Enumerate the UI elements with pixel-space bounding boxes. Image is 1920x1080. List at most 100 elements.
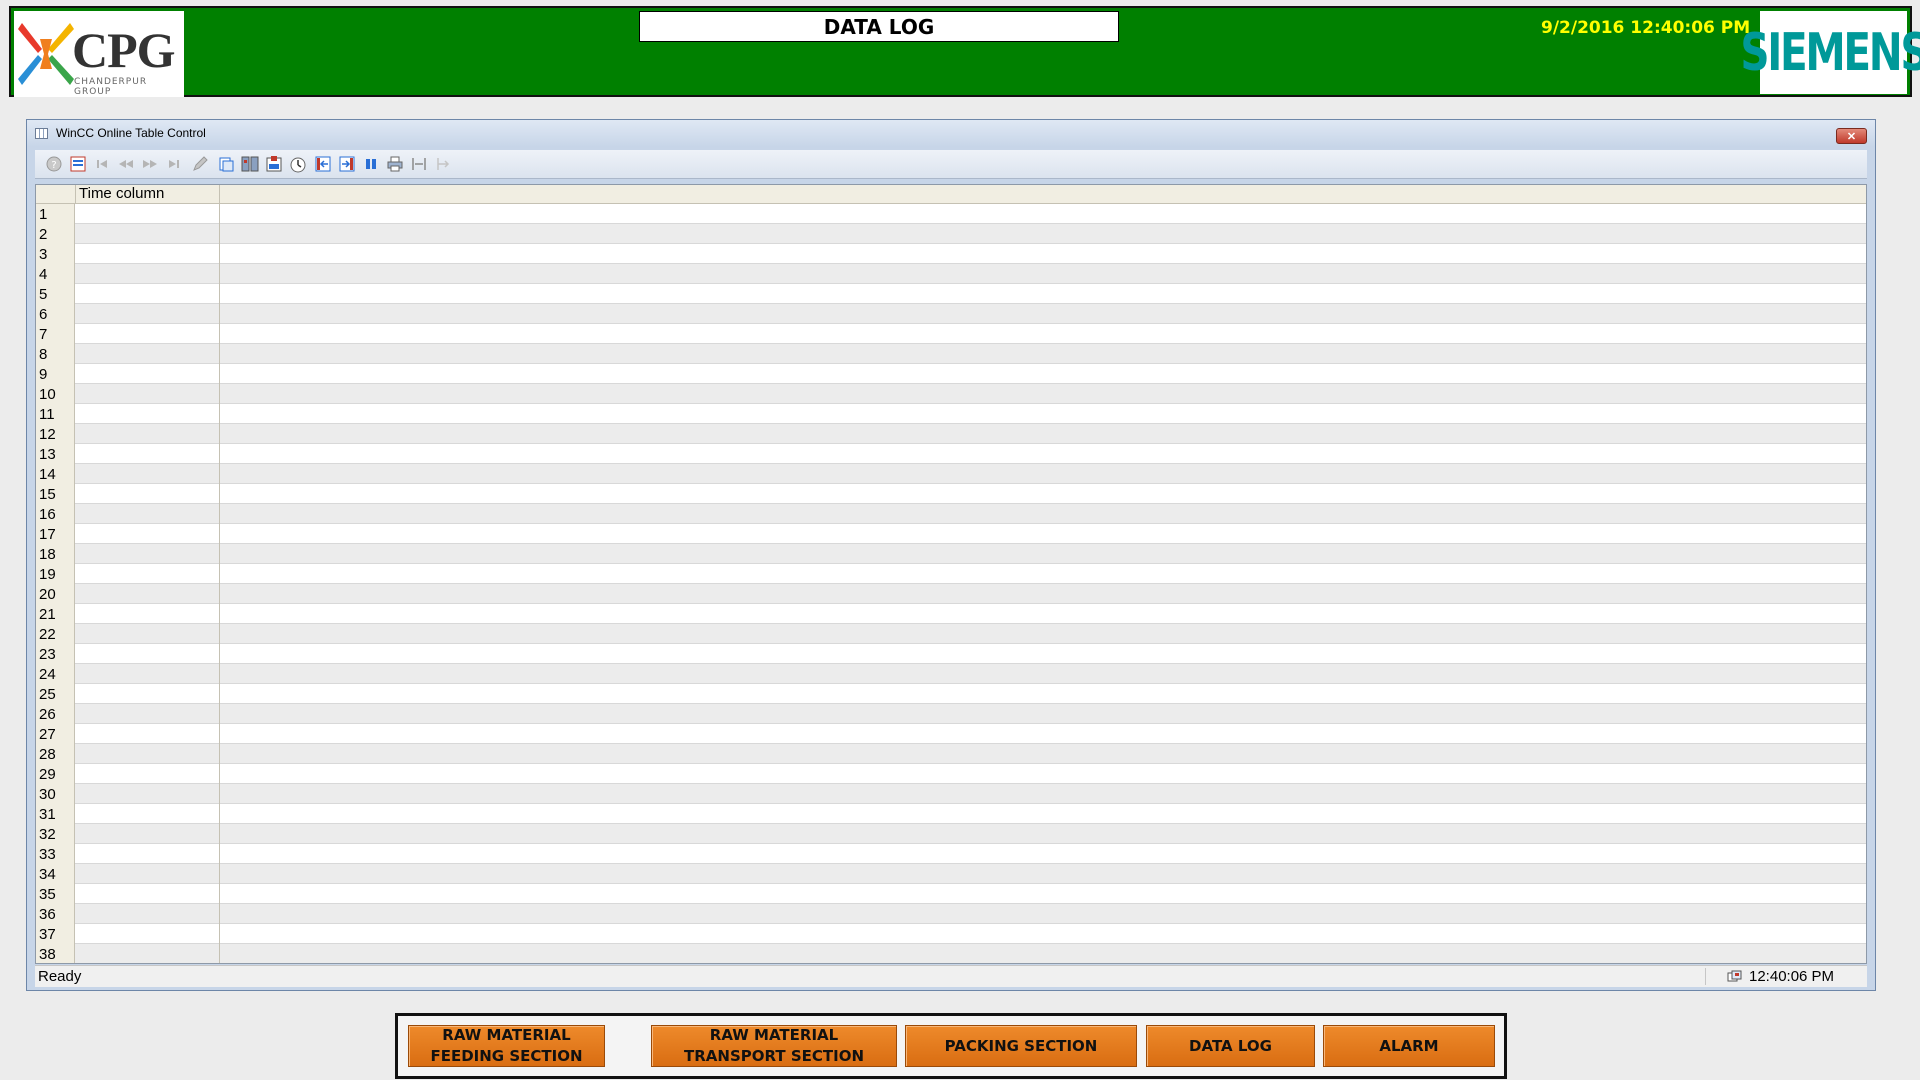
table-row[interactable]: 36 bbox=[36, 904, 1866, 924]
table-row[interactable]: 12 bbox=[36, 424, 1866, 444]
time-cell[interactable] bbox=[75, 904, 220, 924]
table-row[interactable]: 11 bbox=[36, 404, 1866, 424]
time-cell[interactable] bbox=[75, 824, 220, 844]
table-row[interactable]: 23 bbox=[36, 644, 1866, 664]
time-cell[interactable] bbox=[75, 604, 220, 624]
table-row[interactable]: 17 bbox=[36, 524, 1866, 544]
next-record-icon[interactable] bbox=[141, 155, 159, 173]
time-cell[interactable] bbox=[75, 264, 220, 284]
time-cell[interactable] bbox=[75, 224, 220, 244]
time-cell[interactable] bbox=[75, 784, 220, 804]
table-row[interactable]: 38 bbox=[36, 944, 1866, 963]
table-row[interactable]: 34 bbox=[36, 864, 1866, 884]
time-cell[interactable] bbox=[75, 864, 220, 884]
time-cell[interactable] bbox=[75, 924, 220, 944]
table-row[interactable]: 5 bbox=[36, 284, 1866, 304]
table-row[interactable]: 6 bbox=[36, 304, 1866, 324]
time-cell[interactable] bbox=[75, 384, 220, 404]
table-row[interactable]: 16 bbox=[36, 504, 1866, 524]
time-cell[interactable] bbox=[75, 344, 220, 364]
select-columns-icon[interactable] bbox=[241, 155, 259, 173]
time-cell[interactable] bbox=[75, 624, 220, 644]
table-row[interactable]: 29 bbox=[36, 764, 1866, 784]
table-row[interactable]: 20 bbox=[36, 584, 1866, 604]
table-row[interactable]: 15 bbox=[36, 484, 1866, 504]
time-cell[interactable] bbox=[75, 764, 220, 784]
time-range-icon[interactable] bbox=[289, 155, 307, 173]
table-row[interactable]: 25 bbox=[36, 684, 1866, 704]
next-column-icon[interactable] bbox=[338, 155, 356, 173]
table-row[interactable]: 27 bbox=[36, 724, 1866, 744]
table-row[interactable]: 22 bbox=[36, 624, 1866, 644]
table-row[interactable]: 14 bbox=[36, 464, 1866, 484]
table-row[interactable]: 28 bbox=[36, 744, 1866, 764]
table-row[interactable]: 19 bbox=[36, 564, 1866, 584]
time-cell[interactable] bbox=[75, 684, 220, 704]
table-row[interactable]: 31 bbox=[36, 804, 1866, 824]
nav-raw-material-feeding-button[interactable]: RAW MATERIAL FEEDING SECTION bbox=[408, 1025, 605, 1067]
table-row[interactable]: 1 bbox=[36, 204, 1866, 224]
time-cell[interactable] bbox=[75, 884, 220, 904]
table-row[interactable]: 30 bbox=[36, 784, 1866, 804]
table-row[interactable]: 13 bbox=[36, 444, 1866, 464]
nav-alarm-button[interactable]: ALARM bbox=[1323, 1025, 1495, 1067]
time-cell[interactable] bbox=[75, 564, 220, 584]
time-cell[interactable] bbox=[75, 544, 220, 564]
time-cell[interactable] bbox=[75, 844, 220, 864]
time-cell[interactable] bbox=[75, 404, 220, 424]
table-row[interactable]: 4 bbox=[36, 264, 1866, 284]
export-icon[interactable] bbox=[410, 155, 428, 173]
configuration-dialog-icon[interactable] bbox=[69, 155, 87, 173]
close-button[interactable]: ✕ bbox=[1836, 128, 1867, 144]
table-row[interactable]: 3 bbox=[36, 244, 1866, 264]
table-row[interactable]: 35 bbox=[36, 884, 1866, 904]
previous-column-icon[interactable] bbox=[314, 155, 332, 173]
time-cell[interactable] bbox=[75, 944, 220, 963]
print-icon[interactable] bbox=[386, 155, 404, 173]
first-record-icon[interactable] bbox=[93, 155, 111, 173]
table-row[interactable]: 2 bbox=[36, 224, 1866, 244]
time-cell[interactable] bbox=[75, 704, 220, 724]
time-cell[interactable] bbox=[75, 304, 220, 324]
table-row[interactable]: 21 bbox=[36, 604, 1866, 624]
time-cell[interactable] bbox=[75, 244, 220, 264]
table-row[interactable]: 33 bbox=[36, 844, 1866, 864]
nav-packing-section-button[interactable]: PACKING SECTION bbox=[905, 1025, 1137, 1067]
time-cell[interactable] bbox=[75, 324, 220, 344]
time-cell[interactable] bbox=[75, 204, 220, 224]
help-icon[interactable]: ? bbox=[45, 155, 63, 173]
time-cell[interactable] bbox=[75, 424, 220, 444]
time-cell[interactable] bbox=[75, 664, 220, 684]
ruler-icon[interactable] bbox=[434, 155, 452, 173]
time-cell[interactable] bbox=[75, 744, 220, 764]
table-row[interactable]: 18 bbox=[36, 544, 1866, 564]
select-data-connection-icon[interactable] bbox=[217, 155, 235, 173]
nav-raw-material-transport-button[interactable]: RAW MATERIAL TRANSPORT SECTION bbox=[651, 1025, 897, 1067]
time-cell[interactable] bbox=[75, 444, 220, 464]
select-archive-icon[interactable] bbox=[265, 155, 283, 173]
time-cell[interactable] bbox=[75, 484, 220, 504]
column-header-time[interactable]: Time column bbox=[75, 185, 220, 203]
table-row[interactable]: 7 bbox=[36, 324, 1866, 344]
table-row[interactable]: 26 bbox=[36, 704, 1866, 724]
time-cell[interactable] bbox=[75, 364, 220, 384]
table-row[interactable]: 9 bbox=[36, 364, 1866, 384]
edit-icon[interactable] bbox=[191, 155, 209, 173]
time-cell[interactable] bbox=[75, 284, 220, 304]
nav-data-log-button[interactable]: DATA LOG bbox=[1146, 1025, 1315, 1067]
time-cell[interactable] bbox=[75, 644, 220, 664]
last-record-icon[interactable] bbox=[165, 155, 183, 173]
table-row[interactable]: 37 bbox=[36, 924, 1866, 944]
time-cell[interactable] bbox=[75, 724, 220, 744]
time-cell[interactable] bbox=[75, 464, 220, 484]
time-cell[interactable] bbox=[75, 584, 220, 604]
table-row[interactable]: 24 bbox=[36, 664, 1866, 684]
time-cell[interactable] bbox=[75, 804, 220, 824]
time-cell[interactable] bbox=[75, 524, 220, 544]
table-row[interactable]: 10 bbox=[36, 384, 1866, 404]
time-cell[interactable] bbox=[75, 504, 220, 524]
previous-record-icon[interactable] bbox=[117, 155, 135, 173]
table-row[interactable]: 32 bbox=[36, 824, 1866, 844]
stop-icon[interactable] bbox=[362, 155, 380, 173]
table-row[interactable]: 8 bbox=[36, 344, 1866, 364]
